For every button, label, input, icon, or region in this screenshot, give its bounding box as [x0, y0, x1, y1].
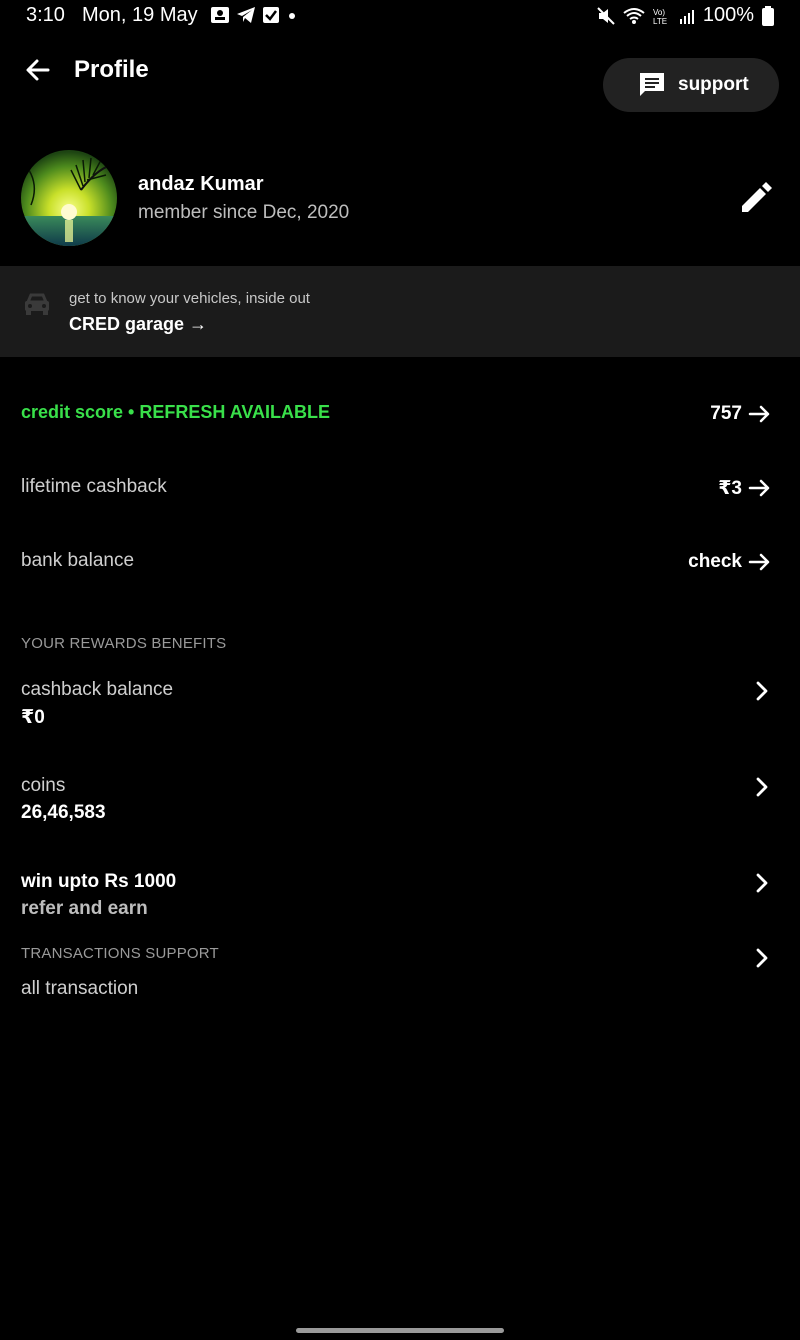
signal-icon	[679, 9, 694, 24]
system-icons: Vo) LTE 100%	[597, 4, 774, 27]
arrow-right-icon	[748, 405, 770, 423]
bank-balance-value-group: check	[688, 550, 772, 574]
volte-icon: Vo)LTE	[653, 8, 667, 25]
avatar[interactable]	[21, 150, 117, 246]
credit-score-value: 757	[710, 403, 742, 424]
rewards-section-title: YOUR REWARDS BENEFITS	[21, 635, 227, 652]
page-title: Profile	[74, 56, 149, 83]
member-since: member since Dec, 2020	[138, 202, 350, 223]
refer-subtitle: refer and earn	[21, 898, 148, 919]
arrow-right-icon	[748, 479, 770, 497]
support-button[interactable]: support	[603, 58, 779, 112]
bank-balance-row[interactable]: bank balance check	[0, 546, 800, 578]
edit-profile-button[interactable]	[736, 176, 778, 218]
coins-label: coins	[21, 775, 66, 796]
dot-icon	[289, 13, 295, 19]
notification-icons	[210, 6, 298, 24]
checkbox-icon	[263, 7, 279, 23]
refer-title: win upto Rs 1000	[21, 871, 177, 892]
wifi-icon	[623, 7, 645, 24]
svg-text:LTE: LTE	[653, 17, 667, 25]
credit-score-label: credit score • REFRESH AVAILABLE	[21, 402, 331, 422]
mute-icon	[597, 6, 615, 25]
profile-name: andaz Kumar	[138, 173, 264, 195]
coins-value: 26,46,583	[21, 802, 106, 823]
arrow-right-icon	[748, 553, 770, 571]
chevron-right-icon	[756, 873, 768, 893]
refer-and-earn-row[interactable]: win upto Rs 1000 refer and earn	[0, 868, 800, 928]
cashback-balance-row[interactable]: cashback balance ₹0	[0, 676, 800, 736]
chevron-right-icon	[756, 948, 768, 968]
credit-score-row[interactable]: credit score • REFRESH AVAILABLE 757	[0, 398, 800, 430]
chevron-right-icon	[756, 681, 768, 701]
bank-balance-label: bank balance	[21, 550, 135, 571]
svg-text:Vo): Vo)	[653, 8, 665, 17]
garage-subtitle: get to know your vehicles, inside out	[69, 290, 310, 307]
avatar-image	[21, 150, 117, 246]
lifetime-cashback-value-group: ₹3	[718, 476, 772, 500]
lifetime-cashback-row[interactable]: lifetime cashback ₹3	[0, 472, 800, 504]
bank-balance-value: check	[688, 551, 742, 572]
all-transactions-row[interactable]: all transaction	[0, 944, 800, 1008]
lifetime-cashback-value: ₹3	[718, 477, 742, 499]
garage-title: CRED garage →	[69, 314, 208, 334]
home-indicator[interactable]	[296, 1328, 504, 1333]
coins-row[interactable]: coins 26,46,583	[0, 772, 800, 832]
battery-percentage: 100%	[702, 4, 754, 26]
telegram-icon	[237, 7, 255, 23]
cashback-balance-label: cashback balance	[21, 679, 174, 700]
all-transactions-label: all transaction	[21, 978, 139, 999]
pencil-icon	[742, 182, 772, 212]
cred-garage-banner[interactable]: get to know your vehicles, inside out CR…	[0, 266, 800, 357]
lifetime-cashback-label: lifetime cashback	[21, 476, 167, 497]
cashback-balance-value: ₹0	[21, 707, 45, 728]
chat-message-icon	[640, 73, 664, 96]
back-button[interactable]	[22, 54, 54, 86]
status-date: Mon, 19 May	[82, 4, 198, 26]
status-time: 3:10	[26, 4, 65, 26]
back-arrow-icon	[26, 59, 50, 81]
car-icon	[25, 293, 49, 315]
status-bar: 3:10 Mon, 19 May Vo) LTE 100%	[0, 0, 800, 34]
chevron-right-icon	[756, 777, 768, 797]
notification-app-icon	[211, 7, 229, 23]
battery-icon	[762, 5, 774, 26]
support-label: support	[678, 74, 749, 95]
credit-score-value-group: 757	[710, 402, 772, 426]
